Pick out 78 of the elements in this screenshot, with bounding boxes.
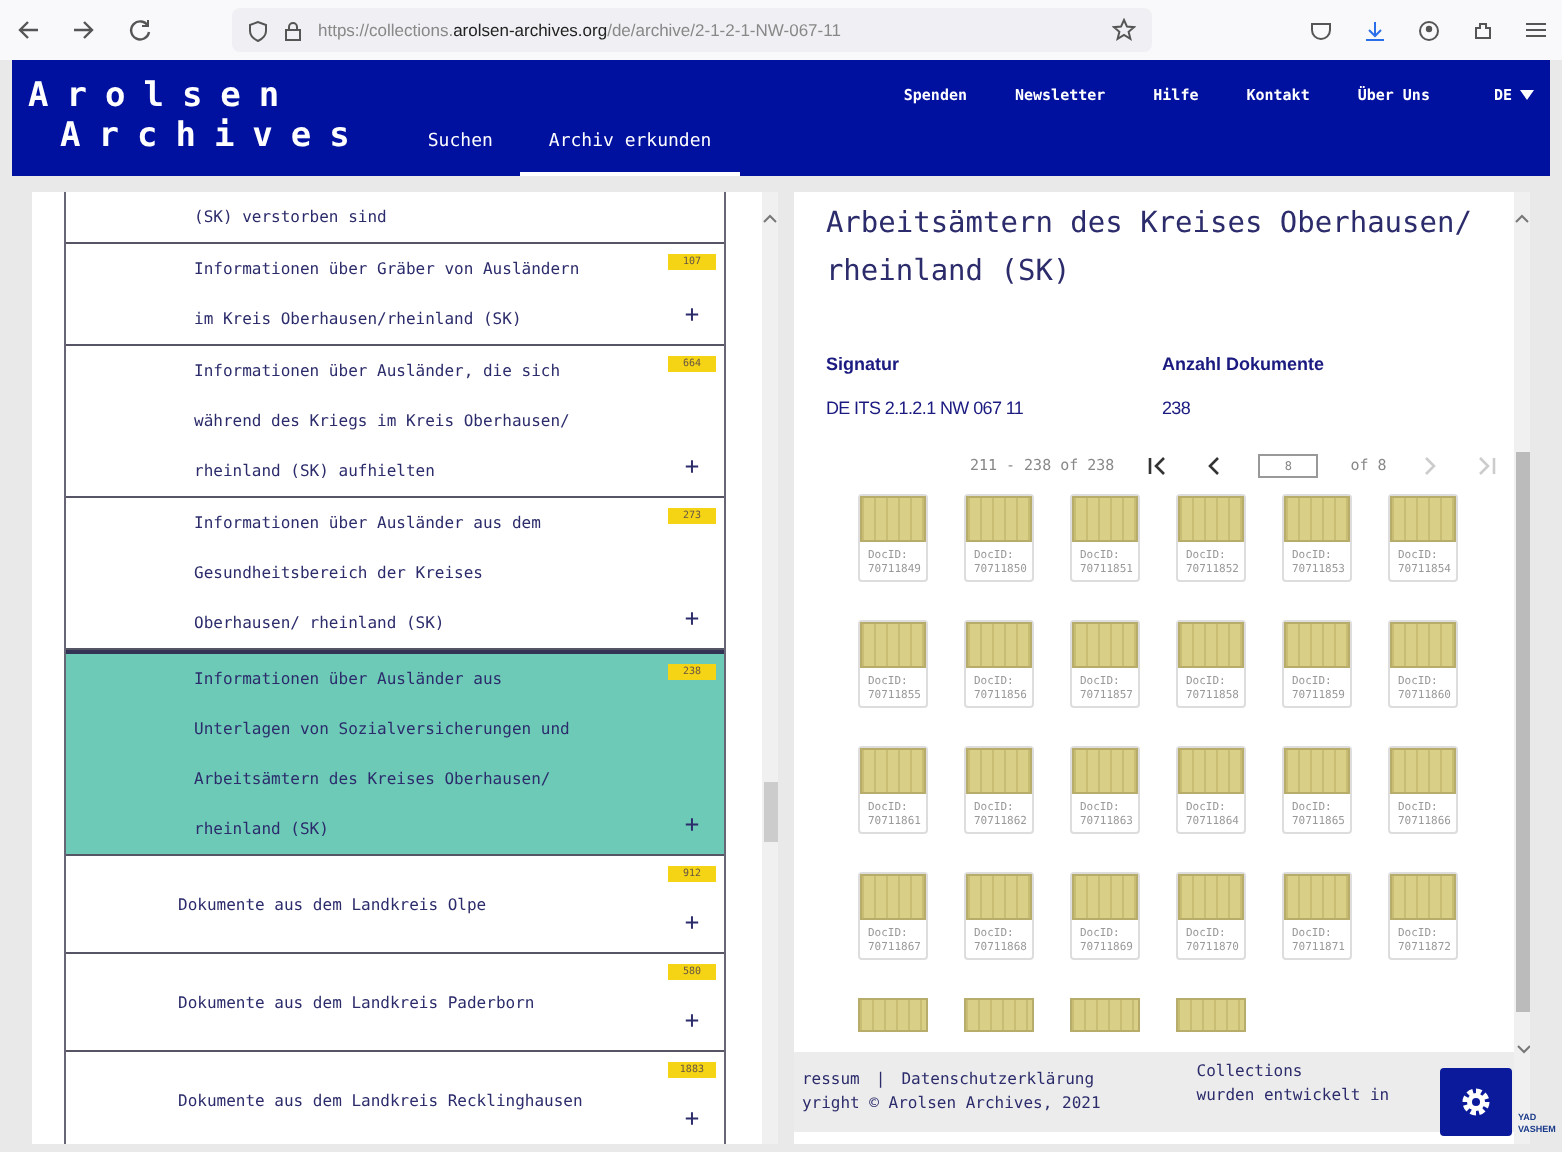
account-icon[interactable]: [1418, 19, 1440, 41]
scrollbar-thumb[interactable]: [1516, 452, 1530, 1012]
field-label: Signatur: [825, 352, 901, 378]
shield-icon: [248, 19, 268, 41]
first-page-icon[interactable]: [1146, 454, 1171, 478]
item-title: Informationen über Ausländer aus Unterlagen von Sozialversicherungen und Arbeitsämtern des Kreises Oberhausen/ rheinland (SK): [192, 668, 572, 842]
star-icon[interactable]: [1112, 18, 1136, 42]
caret-icon: [1520, 90, 1534, 101]
item-title: Informationen über Ausländer aus dem Gesundheitsbereich der Kreises Oberhausen/ rheinland (SK): [192, 512, 543, 636]
item-title: Informationen über Gräber von Ausländern im Kreis Oberhausen/rheinland (SK): [192, 258, 582, 332]
settings-button[interactable]: [1440, 1068, 1512, 1136]
link-separator: |: [875, 1068, 886, 1092]
nav-link[interactable]: Archiv erkunden: [520, 129, 740, 176]
document-scan-image: [1283, 496, 1350, 542]
nav-link[interactable]: Suchen: [399, 129, 521, 176]
forward-icon[interactable]: [72, 18, 96, 42]
document-scan-image: [1071, 622, 1138, 668]
document-scan-image: [1389, 496, 1456, 542]
document-scan-image: [859, 496, 926, 542]
field-value: 238: [1161, 395, 1193, 421]
expand-button[interactable]: +: [667, 452, 716, 480]
field-label: Anzahl Dokumente: [1161, 352, 1326, 378]
document-scan-image: [1283, 874, 1350, 920]
document-thumbnail[interactable]: [1069, 998, 1140, 1032]
document-scan-image: [1389, 748, 1456, 794]
address-bar[interactable]: https://collections.arolsen-archives.org/de/archive/2-1-2-1-NW-067-11: [232, 8, 1152, 52]
document-scan-image: [859, 874, 926, 920]
menu-icon[interactable]: [1526, 19, 1546, 41]
archive-tree-item[interactable]: (SK) verstorben sind: [66, 192, 724, 244]
document-thumbnail[interactable]: [963, 998, 1034, 1032]
document-scan-image: [1389, 874, 1456, 920]
lock-icon: [284, 19, 302, 41]
site-logo: Arolsen Archives: [28, 76, 368, 160]
scroll-down-icon[interactable]: [1516, 1044, 1530, 1056]
document-scan-image: [1177, 874, 1244, 920]
pocket-icon[interactable]: [1310, 19, 1332, 41]
scrollbar-thumb[interactable]: [763, 782, 778, 842]
document-scan-image: [1071, 748, 1138, 794]
footer-link[interactable]: Datenschutzerklärung: [901, 1068, 1095, 1092]
expand-button[interactable]: +: [667, 810, 716, 838]
document-scan-image: [965, 496, 1032, 542]
document-scan-image: [1283, 622, 1350, 668]
settings-icon: [1458, 1084, 1494, 1120]
document-scan-image: [1071, 874, 1138, 920]
expand-button[interactable]: +: [667, 1104, 716, 1132]
scroll-up-icon[interactable]: [761, 212, 778, 224]
item-title: Dokumente aus dem Landkreis Recklinghausen: [176, 1089, 585, 1114]
document-scan-image: [1177, 496, 1244, 542]
document-scan-image: [965, 874, 1032, 920]
item-title: Dokumente aus dem Landkreis Olpe: [176, 893, 489, 918]
document-scan-image: [859, 622, 926, 668]
extensions-icon[interactable]: [1472, 19, 1494, 41]
document-scan-image: [1177, 622, 1244, 668]
partner-note: Collections wurden entwickelt in: [1196, 1060, 1390, 1108]
url-text: https://collections.arolsen-archives.org/de/archive/2-1-2-1-NW-067-11: [318, 17, 841, 43]
document-scan-image: [1389, 622, 1456, 668]
document-scan-image: [965, 622, 1032, 668]
reload-icon[interactable]: [128, 18, 152, 42]
item-title: Dokumente aus dem Landkreis Paderborn: [176, 991, 537, 1015]
document-scan-image: [1283, 748, 1350, 794]
record-title: Arbeitsämtern des Kreises Oberhausen/ rheinland (SK): [825, 206, 1474, 292]
expand-button[interactable]: +: [667, 1006, 716, 1034]
document-scan-image: [1071, 496, 1138, 542]
expand-button[interactable]: +: [667, 908, 716, 936]
expand-button[interactable]: +: [667, 300, 716, 328]
document-thumbnail[interactable]: [857, 998, 928, 1032]
document-thumbnail[interactable]: [1175, 998, 1246, 1032]
expand-button[interactable]: +: [667, 604, 716, 632]
document-scan-image: [859, 748, 926, 794]
field-value: DE ITS 2.1.2.1 NW 067 11: [825, 395, 1026, 421]
document-scan-image: [965, 748, 1032, 794]
footer-link[interactable]: ressum: [801, 1068, 860, 1092]
item-title: Informationen über Ausländer, die sich während des Kriegs im Kreis Oberhausen/ rheinland (SK) aufhielten: [192, 360, 572, 484]
document-scan-image: [1177, 748, 1244, 794]
back-icon[interactable]: [16, 18, 40, 42]
scroll-up-icon[interactable]: [1514, 212, 1530, 224]
download-icon[interactable]: [1364, 19, 1386, 41]
copyright-text: yright © Arolsen Archives, 2021: [801, 1092, 1101, 1116]
